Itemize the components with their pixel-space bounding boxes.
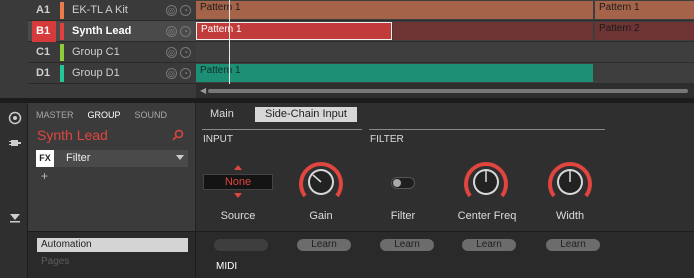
arranger: A1 EK-TL A Kit ◎ ◔ B1 Synth Lead ◎ ◔ C1 Gr… (0, 0, 694, 98)
track-color-bar (60, 2, 64, 19)
section-divider (369, 129, 605, 130)
plugin-slot[interactable]: FX Filter (36, 150, 188, 167)
solo-icon[interactable]: ◔ (180, 26, 191, 37)
track-color-bar (60, 23, 64, 40)
learn-button[interactable]: Learn (462, 239, 516, 251)
learn-button[interactable]: Learn (297, 239, 351, 251)
track-lane-b1[interactable]: Pattern 1 Pattern 2 (196, 21, 694, 42)
plugin-name: Filter (66, 152, 91, 164)
control-title: Synth Lead (37, 127, 108, 143)
center-freq-knob[interactable] (461, 159, 511, 203)
pattern-clip[interactable]: Pattern 1 (196, 1, 593, 19)
track-header-d1[interactable]: D1 Group D1 ◎ ◔ (28, 63, 196, 84)
page-tab-main[interactable]: Main (200, 107, 244, 122)
pattern-clip-selected[interactable]: Pattern 1 (196, 22, 392, 40)
pattern-clip[interactable]: Pattern 1 (595, 1, 694, 19)
solo-icon[interactable]: ◔ (180, 47, 191, 58)
solo-icon[interactable]: ◔ (180, 68, 191, 79)
tab-group[interactable]: GROUP (88, 110, 121, 120)
track-lane-a1[interactable]: Pattern 1 Pattern 1 (196, 0, 694, 21)
scroll-left-icon[interactable]: ◀ (200, 86, 206, 95)
automation-item[interactable]: Automation (37, 238, 188, 252)
midi-learn-area (196, 231, 694, 278)
control-sidebar (28, 103, 196, 231)
source-label: Source (220, 210, 256, 222)
control-view-icon[interactable] (8, 111, 22, 125)
page-tab-side-chain[interactable]: Side-Chain Input (255, 107, 357, 122)
track-color-bar (60, 65, 64, 82)
plugin-plug-icon[interactable] (8, 136, 22, 150)
track-header-a1[interactable]: A1 EK-TL A Kit ◎ ◔ (28, 0, 196, 21)
search-icon[interactable] (172, 129, 184, 141)
tab-sound[interactable]: SOUND (135, 110, 168, 120)
pattern-clip[interactable]: Pattern 2 (595, 22, 694, 40)
track-slot: B1 (32, 21, 56, 42)
filter-label: Filter (390, 210, 416, 222)
section-divider (202, 129, 362, 130)
track-name: Group D1 (72, 67, 120, 79)
add-plugin-button[interactable]: + (41, 169, 48, 183)
center-freq-label: Center Freq (457, 210, 517, 222)
source-selector[interactable]: None (203, 174, 273, 190)
section-filter-label: FILTER (370, 134, 404, 145)
section-input-label: INPUT (203, 134, 233, 145)
solo-icon[interactable]: ◔ (180, 5, 191, 16)
pages-item[interactable]: Pages (41, 256, 69, 267)
width-label: Width (555, 210, 585, 222)
mute-icon[interactable]: ◎ (166, 47, 177, 58)
playhead[interactable] (229, 0, 230, 84)
track-name: Group C1 (72, 46, 120, 58)
track-slot: D1 (36, 67, 51, 79)
scroll-thumb[interactable] (208, 89, 688, 93)
mute-icon[interactable]: ◎ (166, 26, 177, 37)
width-knob[interactable] (545, 159, 595, 203)
learn-button-disabled (214, 239, 268, 251)
chevron-down-icon[interactable] (176, 155, 184, 160)
track-slot: A1 (36, 4, 51, 16)
source-up-icon[interactable] (234, 165, 242, 170)
source-down-icon[interactable] (234, 193, 242, 198)
tab-master[interactable]: MASTER (36, 110, 74, 120)
pattern-clip-ghost[interactable] (393, 22, 593, 40)
track-slot: C1 (36, 46, 51, 58)
track-header-c1[interactable]: C1 Group C1 ◎ ◔ (28, 42, 196, 63)
filter-toggle[interactable] (391, 177, 415, 189)
control-tabs: MASTER GROUP SOUND (36, 110, 167, 120)
gain-label: Gain (309, 210, 333, 222)
mute-icon[interactable]: ◎ (166, 5, 177, 16)
track-color-bar (60, 44, 64, 61)
fx-badge: FX (36, 150, 54, 167)
track-lane-d1[interactable]: Pattern 1 (196, 63, 694, 84)
pattern-clip[interactable]: Pattern 1 (196, 64, 593, 82)
learn-button[interactable]: Learn (546, 239, 600, 251)
collapse-arrow-icon[interactable] (8, 210, 22, 224)
track-name: EK-TL A Kit (72, 4, 128, 16)
midi-label: MIDI (216, 261, 238, 272)
track-header-b1[interactable]: B1 Synth Lead ◎ ◔ (28, 21, 196, 42)
mute-icon[interactable]: ◎ (166, 68, 177, 79)
gain-knob[interactable] (296, 159, 346, 203)
track-lane-c1[interactable] (196, 42, 694, 63)
learn-button[interactable]: Learn (380, 239, 434, 251)
track-name: Synth Lead (72, 25, 132, 37)
